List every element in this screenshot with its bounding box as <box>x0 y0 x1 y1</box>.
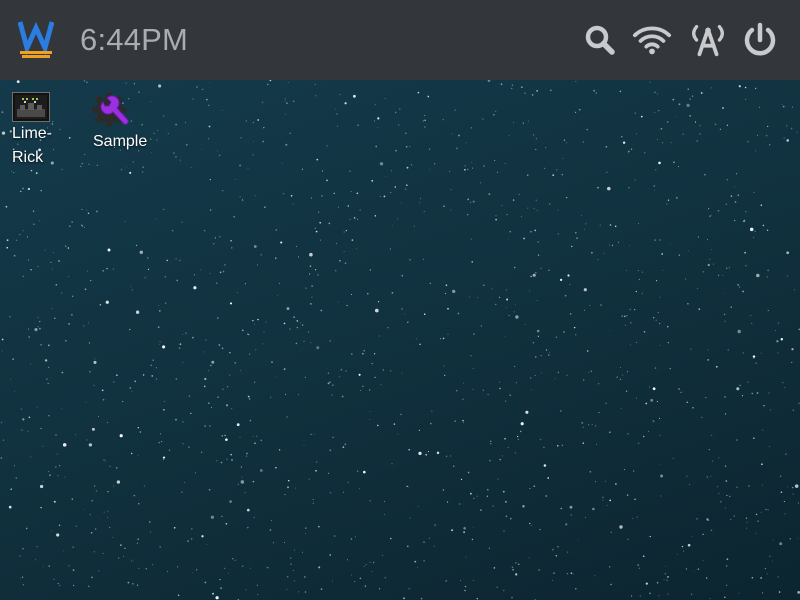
w-logo-icon <box>17 21 55 58</box>
power-button[interactable] <box>740 20 780 60</box>
wrench-gear-icon <box>92 93 129 127</box>
starfield <box>0 80 800 600</box>
top-panel: 6:44PM <box>0 0 800 80</box>
desktop-wallpaper <box>0 80 800 600</box>
antenna-icon <box>692 24 724 57</box>
power-icon <box>744 22 776 56</box>
app-menu-button[interactable] <box>17 18 55 60</box>
search-icon <box>585 25 615 55</box>
clock[interactable]: 6:44PM <box>80 22 188 58</box>
desktop-icon-sample[interactable]: Sample <box>88 90 154 154</box>
desktop-icon-label: Rick <box>12 149 44 166</box>
network-button[interactable] <box>688 20 728 60</box>
desktop-icon-label: Sample <box>93 133 148 150</box>
wifi-button[interactable] <box>632 20 672 60</box>
search-button[interactable] <box>580 20 620 60</box>
desktop-icon-label: Lime- <box>12 125 53 142</box>
wifi-icon <box>632 26 672 55</box>
desktop-icon-lime-rick[interactable]: Lime- Rick <box>10 90 70 170</box>
terminal-app-icon <box>12 92 50 122</box>
